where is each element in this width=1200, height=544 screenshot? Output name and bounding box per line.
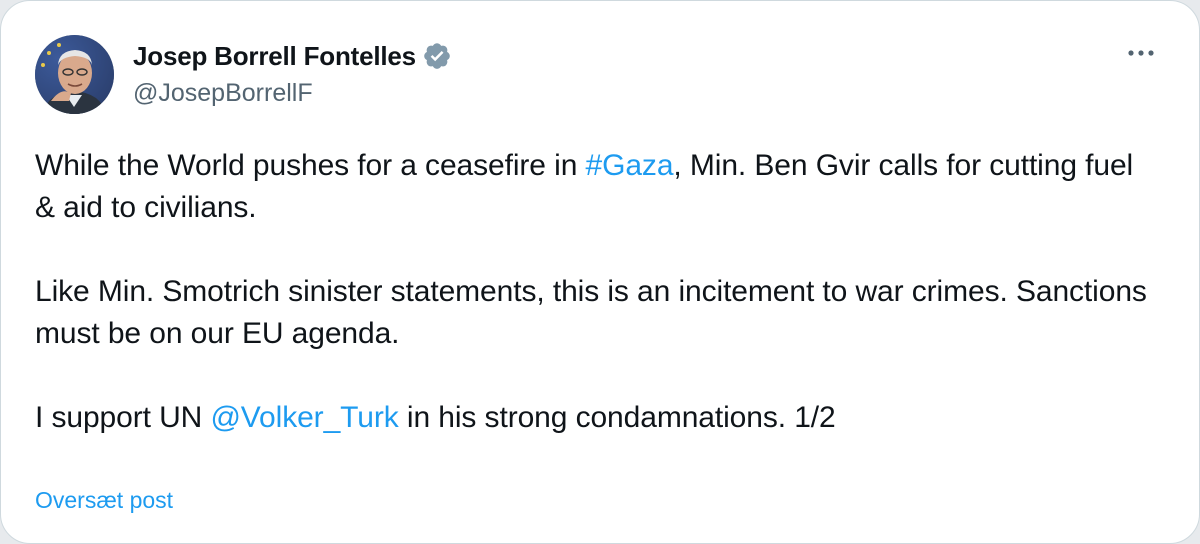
tweet-card: Josep Borrell Fontelles @JosepBorrellF W…: [0, 0, 1200, 544]
author-handle[interactable]: @JosepBorrellF: [133, 79, 452, 108]
tweet-text-segment: While the World pushes for a ceasefire i…: [35, 149, 586, 182]
avatar-photo-icon: [35, 35, 114, 114]
tweet-text-segment: I support UN: [35, 401, 211, 434]
author-display-name[interactable]: Josep Borrell Fontelles: [133, 41, 416, 72]
author-block: Josep Borrell Fontelles @JosepBorrellF: [133, 39, 452, 108]
hashtag-link[interactable]: #Gaza: [586, 149, 674, 182]
tweet-header: Josep Borrell Fontelles @JosepBorrellF: [35, 35, 1165, 119]
tweet-paragraph-2: Like Min. Smotrich sinister statements, …: [35, 275, 1147, 350]
translate-post-link[interactable]: Oversæt post: [35, 487, 173, 514]
author-name-row: Josep Borrell Fontelles: [133, 39, 452, 73]
tweet-text: While the World pushes for a ceasefire i…: [35, 145, 1155, 439]
mention-link[interactable]: @Volker_Turk: [210, 401, 398, 434]
more-options-button[interactable]: [1121, 41, 1161, 65]
tweet-paragraph-1: While the World pushes for a ceasefire i…: [35, 145, 1155, 229]
avatar[interactable]: [35, 35, 114, 114]
tweet-text-segment: in his strong condamnations. 1/2: [398, 401, 836, 434]
verified-badge-icon[interactable]: [422, 41, 452, 71]
more-options-icon: [1128, 50, 1154, 56]
tweet-paragraph-3: I support UN @Volker_Turk in his strong …: [35, 397, 1155, 439]
